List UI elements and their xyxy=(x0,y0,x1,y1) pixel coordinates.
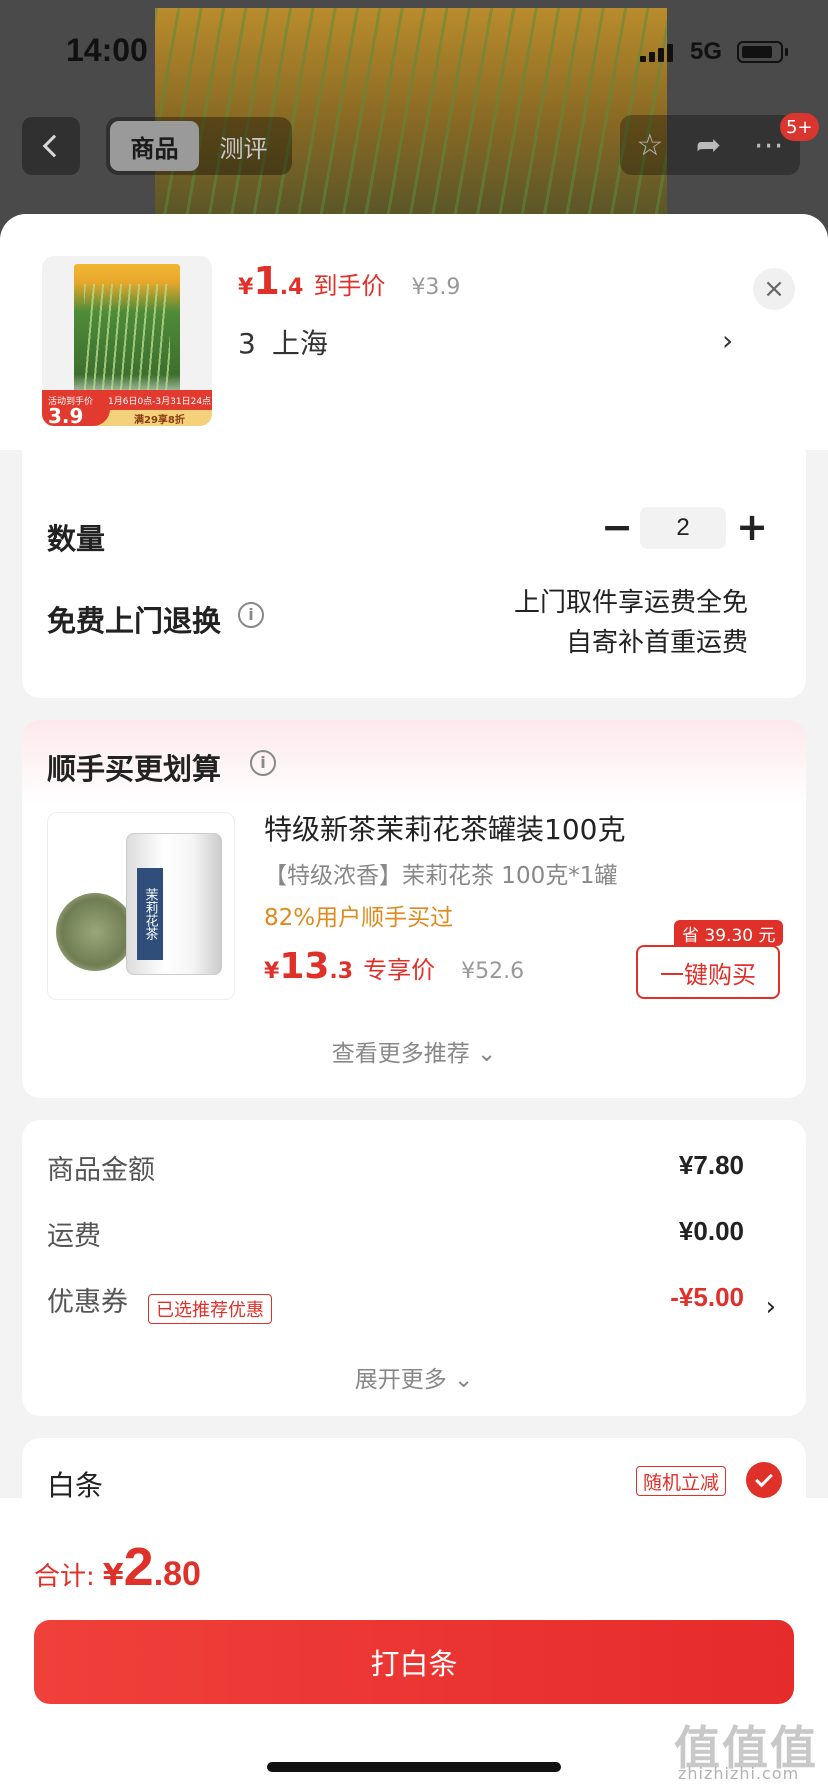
tab-review[interactable]: 测评 xyxy=(199,121,288,171)
price-integer: 13 xyxy=(279,946,330,987)
product-price: ¥ 1 .4 到手价 ¥3.9 xyxy=(238,259,460,303)
order-total: 合计: ¥ 2 .80 xyxy=(34,1536,201,1598)
nav-tabs: 商品 测评 xyxy=(106,117,292,175)
info-icon[interactable]: i xyxy=(250,750,276,776)
more-recommendations-link[interactable]: 查看更多推荐 ⌄ xyxy=(22,1034,806,1068)
pay-button[interactable]: 打白条 xyxy=(34,1620,794,1704)
return-service-label: 免费上门退换 xyxy=(47,604,222,638)
recommended-price: ¥ 13 .3 专享价 ¥52.6 xyxy=(264,946,524,987)
chevron-right-icon[interactable]: › xyxy=(766,1292,776,1322)
network-type: 5G xyxy=(690,38,723,65)
quantity-plus-button[interactable]: + xyxy=(732,508,772,548)
quantity-label: 数量 xyxy=(47,522,106,556)
coupon-value[interactable]: -¥5.00 xyxy=(670,1282,744,1313)
price-label: 到手价 xyxy=(313,272,386,300)
close-button[interactable]: × xyxy=(753,268,795,310)
tea-can-image: 茉莉花茶 xyxy=(126,833,222,975)
price-integer: 1 xyxy=(253,259,280,303)
return-service-line2: 自寄补首重运费 xyxy=(565,628,748,658)
price-currency: ¥ xyxy=(238,275,254,300)
price-currency: ¥ xyxy=(264,959,280,984)
chevron-left-icon xyxy=(42,134,66,158)
check-icon[interactable] xyxy=(746,1462,782,1498)
tea-leaves-image xyxy=(56,893,134,971)
star-icon[interactable]: ☆ xyxy=(636,128,663,163)
recommended-buy-rate: 82%用户顺手买过 xyxy=(264,905,454,931)
promo-price-tag: 活动到手价 3.9 xyxy=(42,392,110,426)
battery-tip xyxy=(785,48,788,56)
coupon-label: 优惠券 xyxy=(47,1287,128,1318)
more-icon[interactable]: ⋯ xyxy=(754,128,784,163)
signal-icon xyxy=(640,44,674,62)
recommendation-card: 顺手买更划算 i 茉莉花茶 特级新茶茉莉花茶罐装100克 【特级浓香】茉莉花茶 … xyxy=(22,720,806,1098)
recommendation-title: 顺手买更划算 xyxy=(47,752,222,786)
savings-badge: 省 39.30 元 xyxy=(674,920,784,946)
recommended-product-desc: 【特级浓香】茉莉花茶 100克*1罐 xyxy=(264,863,618,889)
tea-can-label: 茉莉花茶 xyxy=(137,868,163,960)
goods-amount-value: ¥7.80 xyxy=(678,1150,744,1180)
quantity-minus-button[interactable]: − xyxy=(597,508,637,548)
original-price: ¥52.6 xyxy=(461,959,525,984)
nav-actions: ☆ ➦ ⋯ xyxy=(620,115,800,175)
selected-spec[interactable]: 3 上海 xyxy=(238,322,328,362)
home-indicator[interactable] xyxy=(267,1762,561,1772)
coupon-tag: 已选推荐优惠 xyxy=(148,1294,272,1324)
price-decimal: .4 xyxy=(279,275,304,300)
payment-promo-tag: 随机立减 xyxy=(636,1466,727,1496)
price-label: 专享价 xyxy=(363,956,436,984)
total-label: 合计: xyxy=(34,1562,95,1592)
order-summary-card: 商品金额 ¥7.80 运费 ¥0.00 优惠券 已选推荐优惠 -¥5.00 › … xyxy=(22,1120,806,1416)
tab-product[interactable]: 商品 xyxy=(110,121,199,171)
price-decimal: .3 xyxy=(329,959,354,984)
info-icon[interactable]: i xyxy=(238,602,264,628)
selected-qty: 3 xyxy=(238,327,256,360)
recommended-product-image[interactable]: 茉莉花茶 xyxy=(47,812,235,1000)
promo-price-value: 3.9 xyxy=(48,404,84,426)
status-time: 14:00 xyxy=(66,32,148,68)
return-service-line1: 上门取件享运费全免 xyxy=(513,588,748,618)
recommended-product-name[interactable]: 特级新茶茉莉花茶罐装100克 xyxy=(264,808,625,848)
product-thumbnail: 1月6日0点-3月31日24点 满29享8折 活动到手价 3.9 xyxy=(42,256,212,426)
quantity-input[interactable] xyxy=(640,507,726,549)
close-icon: × xyxy=(763,274,785,304)
shipping-value: ¥0.00 xyxy=(678,1216,744,1246)
checkout-bar: 合计: ¥ 2 .80 打白条 值值值 zhizhizhi.com xyxy=(0,1498,828,1792)
watermark-url: zhizhizhi.com xyxy=(678,1764,800,1783)
back-button[interactable] xyxy=(22,117,80,175)
total-decimal: .80 xyxy=(153,1555,201,1593)
goods-amount-label: 商品金额 xyxy=(47,1155,155,1186)
chevron-right-icon[interactable]: › xyxy=(722,324,733,357)
battery-icon xyxy=(737,41,783,63)
total-currency: ¥ xyxy=(102,1558,124,1593)
shipping-label: 运费 xyxy=(47,1221,101,1252)
expand-more-link[interactable]: 展开更多 ⌄ xyxy=(22,1360,806,1394)
total-integer: 2 xyxy=(123,1537,154,1597)
original-price: ¥3.9 xyxy=(411,275,461,300)
selected-region: 上海 xyxy=(271,327,328,360)
share-icon[interactable]: ➦ xyxy=(696,128,721,163)
one-click-buy-button[interactable]: 一键购买 xyxy=(636,945,780,999)
sheet-header: 1月6日0点-3月31日24点 满29享8折 活动到手价 3.9 ¥ 1 .4 … xyxy=(0,214,828,450)
message-badge: 5+ xyxy=(780,113,819,141)
